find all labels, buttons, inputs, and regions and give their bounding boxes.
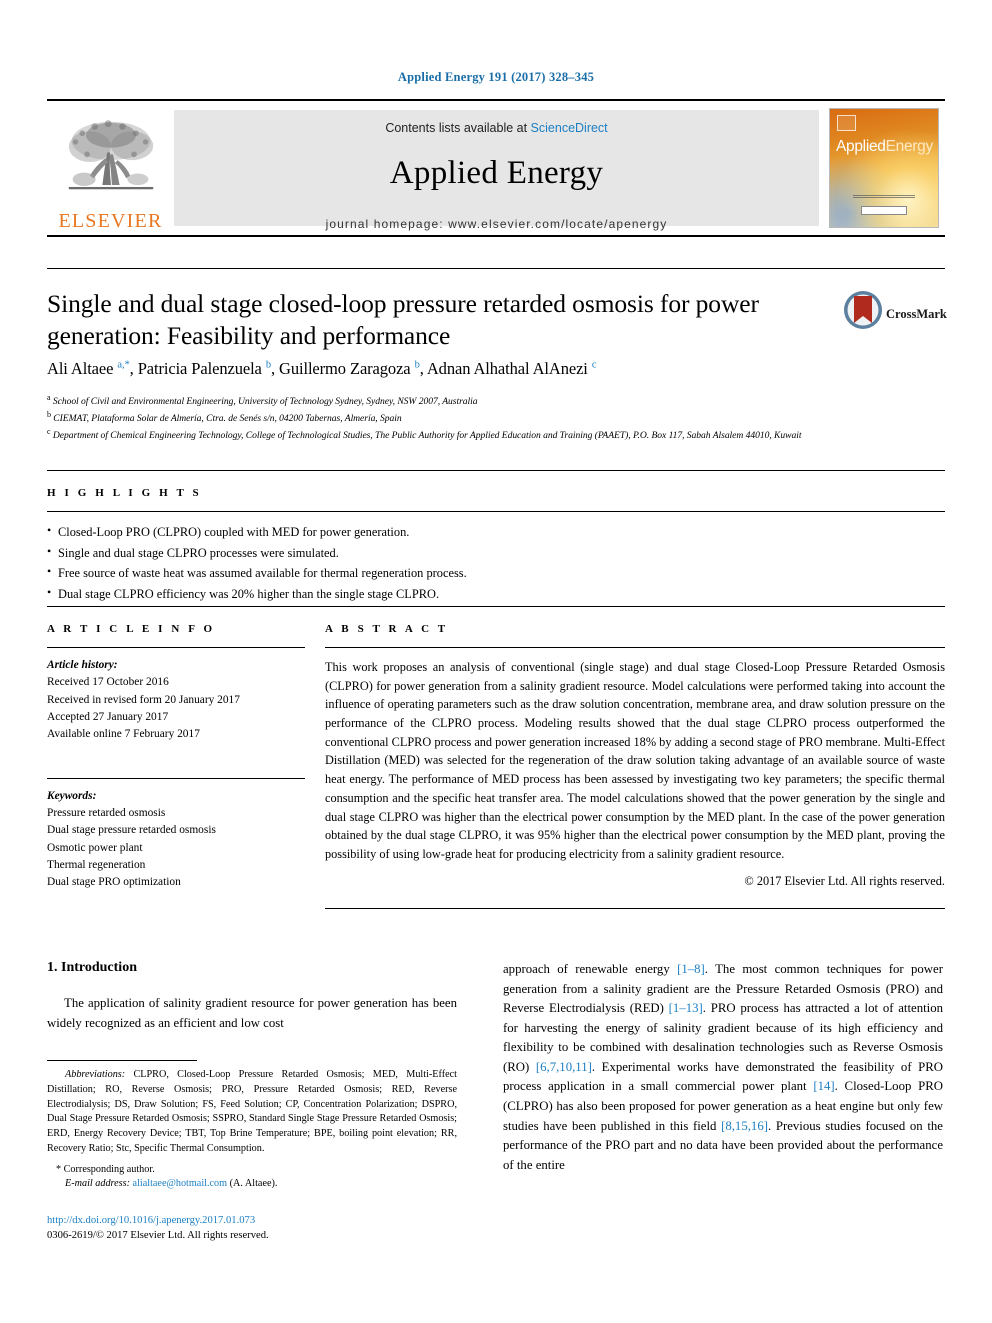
journal-title: Applied Energy [389,155,604,191]
list-item: Dual stage CLPRO efficiency was 20% high… [47,583,945,605]
highlights-divider [47,511,945,512]
elsevier-wordmark: ELSEVIER [58,210,163,232]
abstract-text: This work proposes an analysis of conven… [325,660,945,861]
crossmark-label: CrossMark [886,307,947,321]
article-info-heading: A R T I C L E I N F O [47,623,216,635]
abstract-divider [325,647,945,648]
cover-title: AppliedEnergy [836,138,933,156]
affiliation-b: b CIEMAT, Plataforma Solar de Almería, C… [47,409,402,424]
intro-paragraph-left: The application of salinity gradient res… [47,996,457,1030]
cover-footer-box [861,206,907,215]
affiliation-a: a School of Civil and Environmental Engi… [47,393,478,408]
highlights-list: Closed-Loop PRO (CLPRO) coupled with MED… [47,521,945,605]
cover-footer [830,195,938,220]
title-top-rule [47,268,945,269]
section-heading-introduction: 1. Introduction [47,960,137,975]
cover-title-part1: Applied [836,138,886,155]
abbreviations-text: Abbreviations: CLPRO, Closed-Loop Pressu… [47,1068,457,1157]
highlights-top-rule [47,470,945,471]
keywords-divider [47,777,305,779]
keyword-item: Thermal regeneration [47,858,146,871]
body-column-right: approach of renewable energy [1–8]. The … [503,960,943,1175]
corresponding-author-note: * Corresponding author. [56,1163,155,1175]
list-item: Single and dual stage CLPRO processes we… [47,542,945,564]
keyword-item: Dual stage pressure retarded osmosis [47,824,216,837]
highlights-heading: H I G H L I G H T S [47,487,202,499]
journal-homepage-link[interactable]: journal homepage: www.elsevier.com/locat… [326,217,668,231]
abbreviations-body: CLPRO, Closed-Loop Pressure Retarded Osm… [47,1069,458,1154]
intro-paragraph-right: approach of renewable energy [1–8]. The … [503,962,944,1172]
history-online: Available online 7 February 2017 [47,728,200,741]
keywords-block: Keywords: Pressure retarded osmosis Dual… [47,788,305,892]
contents-prefix: Contents lists available at [385,121,531,135]
issn-line: 0306-2619/© 2017 Elsevier Ltd. All right… [47,1230,269,1242]
history-received: Received 17 October 2016 [47,676,169,689]
journal-reference: Applied Energy 191 (2017) 328–345 [397,70,595,84]
list-item: Closed-Loop PRO (CLPRO) coupled with MED… [47,521,945,543]
cover-footer-lines [853,195,915,199]
list-item: Free source of waste heat was assumed av… [47,562,945,584]
footnote-block: Abbreviations: CLPRO, Closed-Loop Pressu… [47,1068,457,1192]
article-history-label: Article history: [47,659,118,671]
publication-footer: http://dx.doi.org/10.1016/j.apenergy.201… [47,1213,467,1244]
cover-title-part2: Energy [885,138,934,155]
email-label: E-mail address: [65,1178,130,1190]
email-link[interactable]: alialtaee@hotmail.com [133,1178,228,1189]
abstract-bottom-rule [325,908,945,909]
elsevier-logo: ELSEVIER [47,101,174,235]
affiliation-c: c Department of Chemical Engineering Tec… [47,426,802,441]
abbreviations-label: Abbreviations: [65,1069,126,1080]
article-info-section: A R T I C L E I N F O Article history: R… [47,623,305,892]
journal-cover-thumbnail: AppliedEnergy [829,108,939,228]
elsevier-tree-icon [68,120,153,190]
affiliation-list: a School of Civil and Environmental Engi… [47,392,937,442]
masthead-center-panel: Contents lists available at ScienceDirec… [174,110,819,231]
doi-link[interactable]: http://dx.doi.org/10.1016/j.apenergy.201… [47,1213,467,1228]
sciencedirect-link[interactable]: ScienceDirect [531,121,608,135]
history-revised: Received in revised form 20 January 2017 [47,693,240,706]
article-history: Article history: Received 17 October 201… [47,657,305,744]
cover-elsevier-icon [837,115,856,131]
author-list: Ali Altaee a,*, Patricia Palenzuela b, G… [47,359,597,378]
email-owner: (A. Altaee). [229,1178,278,1190]
page-title: Single and dual stage closed-loop pressu… [47,289,759,350]
abstract-section: A B S T R A C T This work proposes an an… [325,623,945,889]
highlights-section: H I G H L I G H T S Closed-Loop PRO (CLP… [47,487,945,604]
history-accepted: Accepted 27 January 2017 [47,710,169,723]
keyword-item: Osmotic power plant [47,841,143,854]
footnote-rule [47,1060,197,1061]
body-column-left: 1. Introduction The application of salin… [47,960,457,1033]
keywords-label: Keywords: [47,789,97,802]
info-top-rule [47,606,945,607]
abstract-heading: A B S T R A C T [325,623,449,635]
keyword-item: Dual stage PRO optimization [47,876,181,889]
paper-page: Applied Energy 191 (2017) 328–345 ELSEVI… [0,0,992,1323]
contents-available-line: Contents lists available at ScienceDirec… [385,121,607,135]
journal-masthead: ELSEVIER Contents lists available at Sci… [47,99,945,237]
keyword-item: Pressure retarded osmosis [47,806,166,819]
crossmark-icon [844,291,882,329]
article-info-divider [47,647,305,648]
abstract-copyright: © 2017 Elsevier Ltd. All rights reserved… [744,873,945,888]
crossmark-badge[interactable]: CrossMark [843,290,947,342]
email-note: E-mail address: alialtaee@hotmail.com (A… [47,1177,457,1192]
